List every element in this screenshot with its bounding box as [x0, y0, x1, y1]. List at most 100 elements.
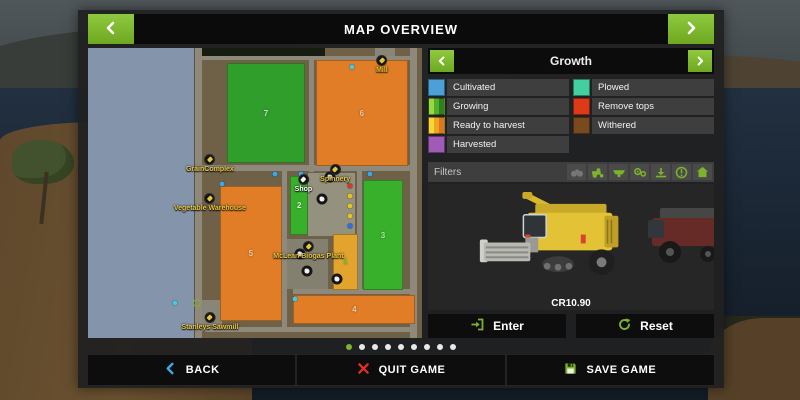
map-poi-mill: Mill	[376, 55, 388, 74]
enter-button[interactable]: Enter	[428, 314, 566, 338]
map-poi-mclean-biogas-plant: McLean Biogas Plant	[273, 241, 343, 260]
poi-icon	[204, 154, 215, 165]
footer-button-label: SAVE GAME	[586, 364, 656, 376]
map-poi-vegetable-warehouse: Vegetable Warehouse	[174, 193, 246, 212]
legend-item-left-0: Cultivated	[428, 79, 569, 96]
map-dot	[349, 64, 354, 69]
filters-bar: Filters	[428, 162, 714, 182]
tree	[12, 140, 74, 184]
field-number: 6	[360, 109, 364, 118]
footer-bar: BACK QUIT GAME SAVE GAME	[88, 355, 714, 385]
map-dot	[219, 182, 224, 187]
map-poi-shop: Shop	[295, 174, 313, 193]
map-road	[309, 56, 314, 172]
quit-game-button[interactable]: QUIT GAME	[297, 355, 504, 385]
legend-swatch	[573, 79, 590, 96]
selected-vehicle-image[interactable]	[466, 190, 654, 291]
page-dot-3[interactable]	[385, 344, 391, 350]
field-number: 5	[249, 249, 253, 258]
poi-icon	[204, 193, 215, 204]
footer-button-label: QUIT GAME	[379, 364, 446, 376]
page-dot-5[interactable]	[411, 344, 417, 350]
legend-swatch	[428, 79, 445, 96]
page-header: MAP OVERVIEW	[88, 14, 714, 44]
filter-production-icon[interactable]	[630, 164, 649, 180]
page-dot-2[interactable]	[372, 344, 378, 350]
map-field-7: 7	[227, 63, 305, 163]
field-number: 1	[343, 257, 347, 266]
page-indicator	[78, 341, 724, 353]
next-page-button[interactable]	[668, 14, 714, 44]
chevron-left-icon	[164, 362, 177, 378]
map-dot	[273, 172, 278, 177]
poi-label: GrainComplex	[186, 166, 234, 173]
poi-label: Mill	[376, 67, 388, 74]
legend-label: Withered	[592, 117, 714, 134]
legend-item-right-2: Withered	[573, 117, 714, 134]
legend-item-left-2: Ready to harvest	[428, 117, 569, 134]
legend-swatch	[428, 98, 445, 115]
legend-item-right-1: Remove tops	[573, 98, 714, 115]
poi-icon	[376, 55, 387, 66]
map-field-3: 3	[363, 180, 403, 290]
x-icon	[357, 362, 370, 378]
page-title: MAP OVERVIEW	[134, 14, 668, 44]
page-dot-8[interactable]	[450, 344, 456, 350]
map-field-4: 4	[293, 295, 415, 324]
poi-label: Stanleys Sawmill	[182, 324, 239, 331]
map-marker-icon	[316, 193, 327, 204]
page-dot-0[interactable]	[346, 344, 352, 350]
next-vehicle-image[interactable]	[642, 200, 714, 271]
poi-label: Vegetable Warehouse	[174, 205, 246, 212]
reset-label: Reset	[640, 319, 673, 333]
reset-button[interactable]: Reset	[576, 314, 714, 338]
map-poi-graincomplex: GrainComplex	[186, 154, 234, 173]
chevron-left-icon	[104, 21, 118, 38]
map-poi-spinnery: Spinnery	[320, 164, 350, 183]
page-dot-4[interactable]	[398, 344, 404, 350]
page-dot-7[interactable]	[437, 344, 443, 350]
filter-notifications-icon[interactable]	[672, 164, 691, 180]
chevron-right-icon	[684, 21, 698, 38]
legend-item-right-0: Plowed	[573, 79, 714, 96]
enter-label: Enter	[493, 319, 524, 333]
save-game-button[interactable]: SAVE GAME	[507, 355, 714, 385]
poi-label: Shop	[295, 186, 313, 193]
back-button[interactable]: BACK	[88, 355, 295, 385]
map-dot	[348, 204, 353, 209]
map-dot	[293, 296, 298, 301]
map-side-panel: Growth CultivatedGrowingReady to harvest…	[428, 48, 714, 338]
filter-vehicles-icon[interactable]	[588, 164, 607, 180]
previous-page-button[interactable]	[88, 14, 134, 44]
legend-label: Plowed	[592, 79, 714, 96]
page-dot-6[interactable]	[424, 344, 430, 350]
field-number: 2	[297, 201, 301, 210]
page-dot-1[interactable]	[359, 344, 365, 350]
growth-selector-title: Growth	[456, 48, 686, 74]
map-dot	[172, 301, 177, 306]
filter-helper-icon[interactable]	[567, 164, 586, 180]
map-dot	[348, 183, 353, 188]
map-poi-stanleys-sawmill: Stanleys Sawmill	[182, 312, 239, 331]
legend-swatch	[573, 117, 590, 134]
growth-next-button[interactable]	[688, 50, 712, 72]
growth-legend: CultivatedGrowingReady to harvestHarvest…	[428, 79, 714, 153]
legend-swatch	[428, 117, 445, 134]
growth-selector: Growth	[428, 48, 714, 74]
field-number: 7	[264, 109, 268, 118]
poi-icon	[204, 312, 215, 323]
map-dot	[348, 193, 353, 198]
vehicle-selector[interactable]: CR10.90	[428, 184, 714, 310]
vehicle-name: CR10.90	[428, 298, 714, 309]
filter-download-icon[interactable]	[651, 164, 670, 180]
enter-icon	[470, 317, 485, 335]
filters-label: Filters	[428, 167, 567, 178]
footer-button-label: BACK	[186, 364, 220, 376]
filter-placeables-icon[interactable]	[693, 164, 712, 180]
map-canvas[interactable]: 7 6 2 3 1 5 4 Mill GrainComplex Vegetable Warehou…	[88, 48, 422, 338]
poi-label: Spinnery	[320, 176, 350, 183]
filter-tools-icon[interactable]	[609, 164, 628, 180]
poi-icon	[303, 241, 314, 252]
legend-label: Ready to harvest	[447, 117, 569, 134]
growth-prev-button[interactable]	[430, 50, 454, 72]
